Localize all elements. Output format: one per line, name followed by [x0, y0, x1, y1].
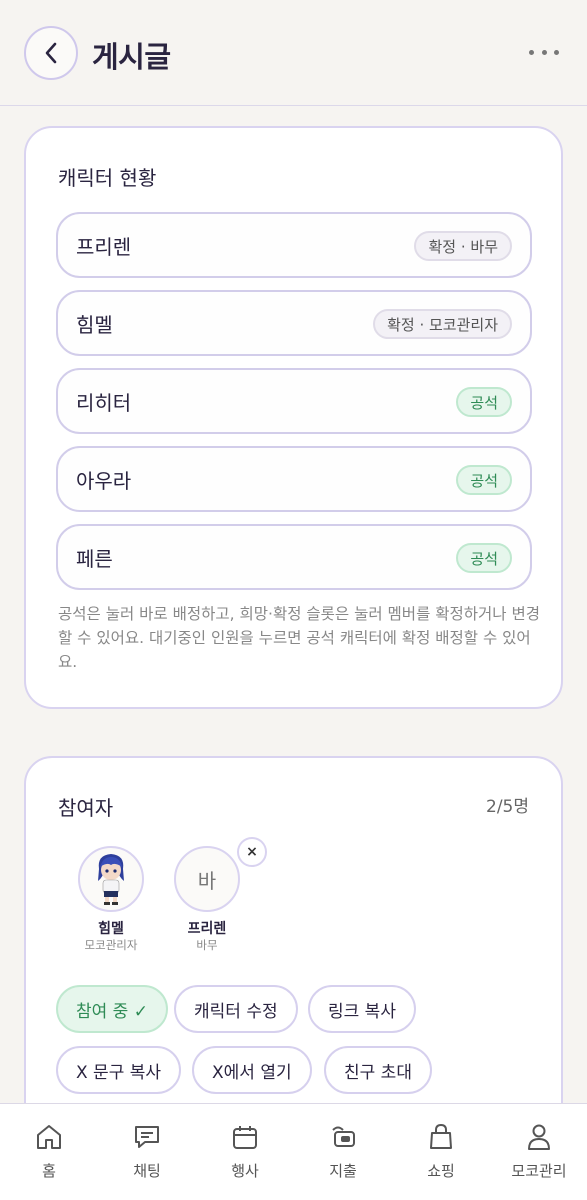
status-badge: 공석	[456, 465, 512, 495]
joined-button[interactable]: 참여 중 ✓	[56, 985, 168, 1033]
nav-label: 채팅	[133, 1162, 161, 1180]
nav-label: 홈	[42, 1162, 56, 1180]
copy-link-button[interactable]: 링크 복사	[308, 985, 416, 1033]
status-badge: 공석	[456, 387, 512, 417]
nav-item-chat[interactable]: 채팅	[98, 1104, 196, 1200]
character-avatar-image	[98, 854, 124, 905]
status-badge: 확정 · 모코관리자	[373, 309, 512, 339]
avatar[interactable]: 바	[174, 846, 240, 912]
character-status-card: 캐릭터 현황 프리렌 확정 · 바무 힘멜 확정 · 모코관리자 리히터 공석 …	[24, 126, 563, 709]
nav-label: 모코관리	[511, 1162, 567, 1180]
character-row-himmel[interactable]: 힘멜 확정 · 모코관리자	[56, 290, 532, 356]
avatar[interactable]	[78, 846, 144, 912]
character-status-title: 캐릭터 현황	[58, 166, 157, 190]
status-badge: 공석	[456, 543, 512, 573]
invite-friend-button[interactable]: 친구 초대	[324, 1046, 432, 1094]
character-row-frieren[interactable]: 프리렌 확정 · 바무	[56, 212, 532, 278]
shopping-bag-icon	[430, 1123, 452, 1149]
dot-icon	[529, 49, 534, 55]
character-row-richter[interactable]: 리히터 공석	[56, 368, 532, 434]
character-row-fern[interactable]: 페른 공석	[56, 524, 532, 590]
remove-member-button[interactable]: ×	[237, 837, 267, 867]
character-name: 아우라	[76, 469, 132, 493]
bottom-nav: 홈 채팅 행사 지출 쇼핑 모코관리	[0, 1103, 587, 1200]
participants-card: 참여자 2/5명 힘멜 모코관리자 바 × 프리렌 바무 참여 중 ✓ 캐릭터 …	[24, 756, 563, 1156]
character-row-aura[interactable]: 아우라 공석	[56, 446, 532, 512]
nav-item-expenses[interactable]: 지출	[294, 1104, 392, 1200]
participants-title: 참여자	[58, 796, 114, 820]
dot-icon	[541, 49, 547, 55]
more-options-button[interactable]	[529, 40, 559, 64]
participant-count: 2/5명	[486, 797, 529, 817]
back-button[interactable]	[24, 26, 78, 80]
character-name: 프리렌	[76, 235, 132, 259]
open-in-x-button[interactable]: X에서 열기	[192, 1046, 312, 1094]
character-name: 힘멜	[76, 313, 113, 337]
wallet-icon	[332, 1126, 355, 1147]
member-sub: 바무	[196, 938, 218, 952]
nav-item-shopping[interactable]: 쇼핑	[392, 1104, 490, 1200]
nav-item-events[interactable]: 행사	[196, 1104, 294, 1200]
avatar-letter: 바	[197, 868, 217, 893]
character-name: 리히터	[76, 391, 132, 415]
home-icon	[37, 1125, 61, 1149]
person-icon	[528, 1124, 550, 1150]
nav-label: 행사	[231, 1162, 259, 1180]
nav-item-home[interactable]: 홈	[0, 1104, 98, 1200]
nav-label: 지출	[329, 1162, 357, 1180]
copy-x-text-button[interactable]: X 문구 복사	[56, 1046, 182, 1094]
calendar-icon	[233, 1126, 257, 1149]
nav-label: 쇼핑	[427, 1162, 455, 1180]
page-title: 게시글	[92, 40, 171, 74]
top-header: 게시글	[0, 0, 587, 106]
member-name: 힘멜	[98, 921, 124, 937]
status-badge: 확정 · 바무	[414, 231, 512, 261]
help-text: 공석은 눌러 바로 배정하고, 희망·확정 슬롯은 눌러 멤버를 확정하거나 변…	[58, 605, 540, 671]
member-sub: 모코관리자	[84, 938, 138, 952]
dot-icon	[554, 49, 559, 55]
chevron-left-icon	[45, 42, 57, 64]
chat-icon	[135, 1126, 159, 1148]
member-name: 프리렌	[187, 921, 227, 937]
character-name: 페른	[76, 547, 113, 571]
nav-item-admin[interactable]: 모코관리	[490, 1104, 587, 1200]
edit-character-button[interactable]: 캐릭터 수정	[174, 985, 298, 1033]
